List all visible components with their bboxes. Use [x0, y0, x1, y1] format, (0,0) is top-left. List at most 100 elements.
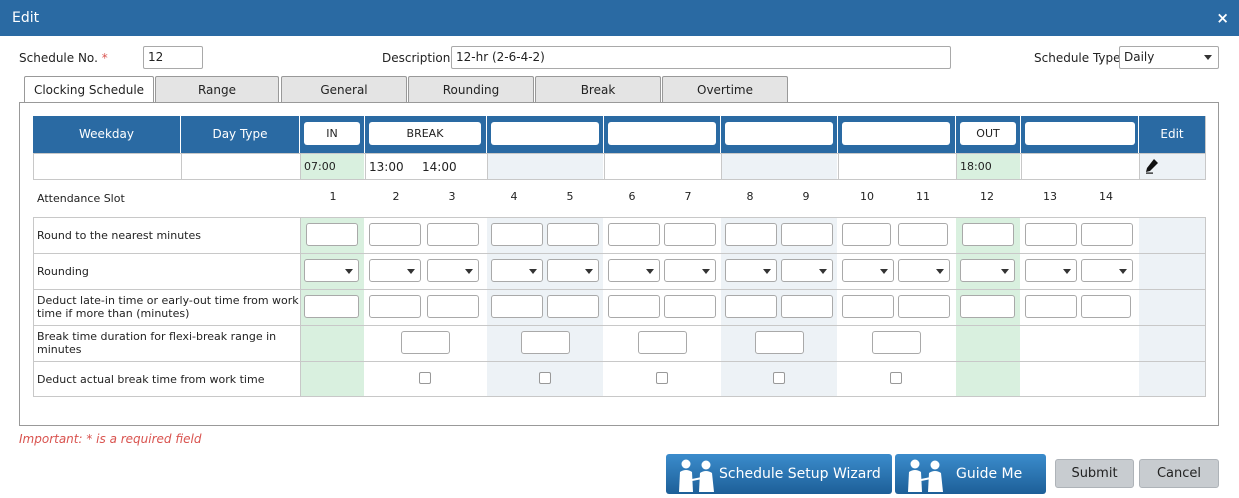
- grid-line: [1205, 217, 1206, 397]
- row-label-line: Deduct late-in time or early-out time fr…: [37, 294, 299, 307]
- deduct-late-input[interactable]: [898, 295, 950, 318]
- deduct-break-checkbox[interactable]: [539, 372, 551, 384]
- rounding-select[interactable]: [304, 259, 359, 282]
- grid-line: [1139, 153, 1140, 180]
- slot-label-break[interactable]: BREAK: [369, 122, 481, 145]
- rounding-select[interactable]: [491, 259, 543, 282]
- slot-band: [487, 153, 603, 180]
- slot-label-input[interactable]: [842, 122, 950, 145]
- chevron-down-icon: [465, 269, 473, 274]
- round-nearest-input[interactable]: [547, 223, 599, 246]
- slot-label-out[interactable]: OUT: [960, 122, 1016, 145]
- round-nearest-input[interactable]: [781, 223, 833, 246]
- deduct-break-checkbox[interactable]: [773, 372, 785, 384]
- tab-overtime[interactable]: Overtime: [662, 76, 788, 102]
- round-nearest-input[interactable]: [369, 223, 421, 246]
- tab-range[interactable]: Range: [155, 76, 279, 102]
- cancel-button[interactable]: Cancel: [1139, 459, 1219, 488]
- rounding-select[interactable]: [547, 259, 599, 282]
- guide-me-button[interactable]: Guide Me: [895, 454, 1046, 494]
- wizard-label: Schedule Setup Wizard: [719, 466, 881, 482]
- tab-rounding[interactable]: Rounding: [408, 76, 534, 102]
- round-nearest-input[interactable]: [1081, 223, 1133, 246]
- deduct-late-input[interactable]: [608, 295, 660, 318]
- row-label-break-duration: Break time duration for flexi-break rang…: [37, 330, 276, 356]
- row-label-round-nearest: Round to the nearest minutes: [37, 229, 201, 242]
- break-duration-input[interactable]: [638, 331, 687, 354]
- chevron-down-icon: [702, 269, 710, 274]
- grid-line: [181, 153, 182, 180]
- deduct-late-input[interactable]: [491, 295, 543, 318]
- slot-label-input[interactable]: [608, 122, 716, 145]
- grid-line: [300, 153, 301, 180]
- rounding-select[interactable]: [898, 259, 950, 282]
- deduct-late-input[interactable]: [1025, 295, 1077, 318]
- deduct-late-input[interactable]: [664, 295, 716, 318]
- row-label-line: time if more than (minutes): [37, 307, 190, 320]
- schedule-type-select[interactable]: Daily: [1119, 46, 1219, 69]
- rounding-select[interactable]: [960, 259, 1015, 282]
- break-duration-input[interactable]: [401, 331, 450, 354]
- round-nearest-input[interactable]: [898, 223, 948, 246]
- deduct-break-checkbox[interactable]: [890, 372, 902, 384]
- rounding-select[interactable]: [664, 259, 716, 282]
- deduct-break-checkbox[interactable]: [656, 372, 668, 384]
- deduct-late-input[interactable]: [781, 295, 833, 318]
- rounding-select[interactable]: [842, 259, 894, 282]
- tab-break[interactable]: Break: [535, 76, 661, 102]
- slot-label-in[interactable]: IN: [304, 122, 360, 145]
- people-icon: [908, 459, 943, 492]
- deduct-late-input[interactable]: [842, 295, 894, 318]
- schedule-setup-wizard-button[interactable]: Schedule Setup Wizard: [666, 454, 892, 494]
- rounding-select[interactable]: [369, 259, 421, 282]
- header-weekday: Weekday: [33, 116, 181, 153]
- row-label-rounding: Rounding: [37, 265, 89, 278]
- grid-line: [365, 153, 366, 180]
- deduct-late-input[interactable]: [725, 295, 777, 318]
- round-nearest-input[interactable]: [842, 223, 891, 246]
- round-nearest-input[interactable]: [306, 223, 358, 246]
- round-nearest-input[interactable]: [427, 223, 479, 246]
- break-duration-input[interactable]: [755, 331, 804, 354]
- break-duration-input[interactable]: [521, 331, 570, 354]
- round-nearest-input[interactable]: [962, 223, 1014, 246]
- submit-button[interactable]: Submit: [1055, 459, 1134, 488]
- close-icon[interactable]: ×: [1216, 0, 1229, 36]
- row-label-line: minutes: [37, 343, 82, 356]
- round-nearest-input[interactable]: [664, 223, 716, 246]
- deduct-late-input[interactable]: [304, 295, 359, 318]
- rounding-select[interactable]: [427, 259, 479, 282]
- schedule-no-input[interactable]: 12: [143, 46, 203, 69]
- tab-general[interactable]: General: [281, 76, 407, 102]
- rounding-select[interactable]: [608, 259, 660, 282]
- round-nearest-input[interactable]: [1025, 223, 1077, 246]
- chevron-down-icon: [1063, 269, 1071, 274]
- deduct-late-input[interactable]: [1081, 295, 1131, 318]
- chevron-down-icon: [585, 269, 593, 274]
- deduct-late-input[interactable]: [427, 295, 479, 318]
- grid-line: [33, 217, 34, 397]
- rounding-select[interactable]: [725, 259, 777, 282]
- grid-line: [33, 153, 34, 180]
- break-start-time: 13:00: [369, 160, 404, 174]
- deduct-late-input[interactable]: [547, 295, 599, 318]
- slot-label-input[interactable]: [725, 122, 833, 145]
- pencil-edit-icon[interactable]: [1145, 158, 1159, 174]
- description-input[interactable]: 12-hr (2-6-4-2): [451, 46, 951, 69]
- break-duration-input[interactable]: [872, 331, 921, 354]
- round-nearest-input[interactable]: [491, 223, 543, 246]
- grid-line: [956, 153, 957, 180]
- round-nearest-input[interactable]: [608, 223, 660, 246]
- rounding-select[interactable]: [1025, 259, 1077, 282]
- tab-clocking-schedule[interactable]: Clocking Schedule: [24, 76, 154, 103]
- slot-number: 6: [628, 190, 636, 203]
- slot-label-input[interactable]: [1025, 122, 1135, 145]
- round-nearest-input[interactable]: [725, 223, 777, 246]
- deduct-late-input[interactable]: [369, 295, 421, 318]
- deduct-late-input[interactable]: [960, 295, 1015, 318]
- slot-label-input[interactable]: [491, 122, 599, 145]
- rounding-select[interactable]: [1081, 259, 1133, 282]
- deduct-break-checkbox[interactable]: [419, 372, 431, 384]
- schedule-type-label: Schedule Type: [1034, 51, 1121, 65]
- rounding-select[interactable]: [781, 259, 833, 282]
